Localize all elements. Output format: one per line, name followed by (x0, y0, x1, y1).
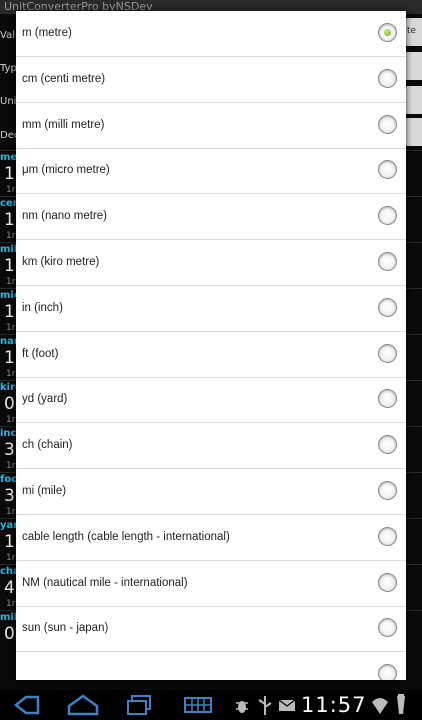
radio-button[interactable] (378, 343, 397, 363)
unit-option-label: mi (mile) (22, 485, 67, 497)
result-subtext: 1r (6, 185, 16, 195)
result-subtext: 1r (6, 415, 16, 425)
system-bar: 11:57 (0, 690, 422, 720)
home-icon[interactable] (66, 690, 100, 720)
calculate-button[interactable]: te (404, 18, 422, 46)
unit-option-label: mm (milli metre) (22, 118, 105, 131)
unit-option[interactable]: cable length (cable length - internation… (16, 515, 406, 561)
unit-label: Uni (0, 96, 17, 107)
unit-option-label: m (metre) (22, 27, 72, 39)
email-icon (278, 699, 296, 711)
unit-spinner[interactable] (404, 86, 422, 114)
unit-option[interactable]: yd (yard) (16, 377, 406, 424)
result-subtext: 1r (6, 599, 16, 609)
result-unit-name: inc (0, 428, 17, 439)
unit-option[interactable]: μm (micro metre) (16, 148, 406, 195)
radio-button[interactable] (378, 252, 397, 271)
unit-option-label: ch (chain) (22, 439, 73, 452)
radio-button[interactable] (378, 68, 397, 88)
radio-button[interactable] (378, 206, 397, 226)
unit-option-label: NM (nautical mile - international) (22, 576, 188, 589)
unit-option[interactable]: nm (nano metre) (16, 194, 406, 241)
unit-option-label: yd (yard) (22, 393, 68, 406)
unit-select-dialog: m (metre) cm (centi metre) mm (milli metre… (16, 11, 406, 680)
unit-option[interactable]: mm (milli metre) (16, 103, 406, 149)
wifi-icon (372, 698, 388, 714)
unit-option-label: nm (nano metre) (22, 210, 108, 223)
usb-icon (258, 696, 272, 715)
radio-button[interactable] (378, 664, 397, 680)
radio-button[interactable] (378, 618, 397, 638)
type-label: Typ (0, 63, 17, 74)
decimal-spinner[interactable] (404, 118, 422, 146)
unit-option[interactable] (16, 652, 406, 680)
recent-apps-icon[interactable] (124, 690, 154, 720)
result-subtext: 1r (6, 369, 16, 379)
clock: 11:57 (301, 693, 367, 717)
radio-button[interactable] (378, 160, 397, 180)
unit-option[interactable]: in (inch) (16, 286, 406, 332)
radio-button[interactable] (378, 297, 397, 317)
battery-icon (397, 694, 405, 714)
keyboard-icon[interactable] (183, 690, 213, 720)
radio-button[interactable] (378, 23, 397, 42)
unit-option[interactable]: m (metre) (16, 11, 406, 57)
result-subtext: 1r (6, 323, 16, 333)
unit-option-label: ft (foot) (22, 347, 59, 360)
unit-option-label: sun (sun - japan) (22, 622, 109, 635)
result-unit-name: me (0, 152, 18, 163)
radio-button[interactable] (378, 114, 397, 134)
radio-button[interactable] (378, 572, 397, 592)
unit-option-label: μm (micro metre) (22, 164, 110, 177)
back-icon[interactable] (12, 690, 42, 720)
debug-icon (236, 701, 248, 713)
result-unit-name: mil (0, 244, 18, 255)
radio-button[interactable] (378, 526, 397, 546)
unit-option[interactable]: ch (chain) (16, 423, 406, 470)
result-subtext: 1r (6, 507, 16, 517)
result-subtext: 1r (6, 231, 16, 241)
radio-button[interactable] (378, 481, 397, 500)
unit-option[interactable]: km (kiro metre) (16, 240, 406, 286)
unit-option[interactable]: NM (nautical mile - international) (16, 561, 406, 607)
unit-option[interactable]: mi (mile) (16, 469, 406, 515)
result-unit-name: mil (0, 612, 18, 623)
unit-option-label: cable length (cable length - internation… (22, 530, 230, 543)
radio-button[interactable] (378, 435, 397, 455)
unit-option-label: km (kiro metre) (22, 256, 100, 268)
type-spinner[interactable] (404, 52, 422, 80)
result-subtext: 1r (6, 461, 16, 471)
result-subtext: 1r (6, 277, 16, 287)
unit-option[interactable]: ft (foot) (16, 332, 406, 378)
unit-option-label: in (inch) (22, 301, 63, 314)
radio-button[interactable] (378, 389, 397, 409)
unit-option-label: cm (centi metre) (22, 72, 106, 85)
result-subtext: 1r (6, 553, 16, 563)
unit-option[interactable]: sun (sun - japan) (16, 606, 406, 653)
unit-option[interactable]: cm (centi metre) (16, 57, 406, 103)
radio-selected-dot (384, 29, 391, 36)
